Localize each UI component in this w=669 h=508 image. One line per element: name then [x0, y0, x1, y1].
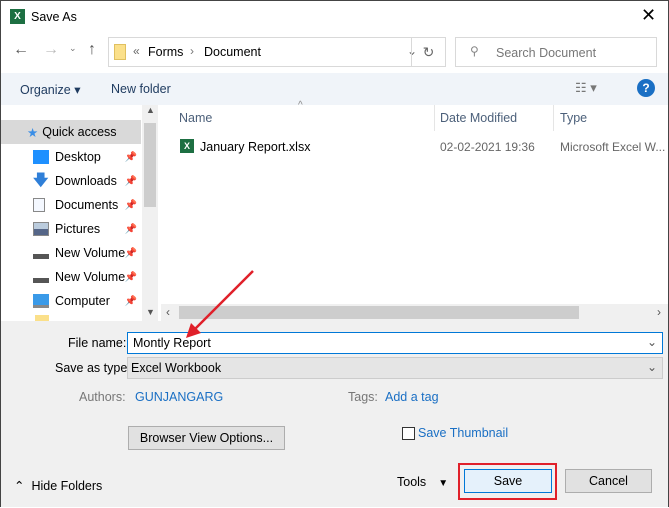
file-name: January Report.xlsx: [200, 140, 311, 154]
excel-file-icon: X: [180, 139, 194, 153]
column-header-date[interactable]: Date Modified: [440, 111, 517, 125]
sidebar-item-desktop[interactable]: Desktop 📌: [1, 145, 141, 169]
folder-icon: [114, 44, 126, 60]
chevron-down-icon[interactable]: ⌄: [647, 335, 657, 349]
sidebar-item-computer[interactable]: Computer 📌: [1, 289, 141, 313]
back-button[interactable]: ←: [13, 41, 29, 59]
search-box[interactable]: ⚲ Search Document: [455, 37, 657, 67]
command-bar: Organize ▾ New folder ☷ ▾ ?: [1, 73, 668, 105]
sidebar-item-label: Desktop: [55, 150, 101, 164]
title-bar: X Save As ✕: [1, 1, 668, 33]
save-type-label: Save as type:: [55, 361, 131, 375]
breadcrumb-separator-icon: ›: [190, 44, 194, 58]
horizontal-scrollbar[interactable]: ‹ ›: [161, 304, 668, 321]
sidebar-item-label: Pictures: [55, 222, 101, 236]
forward-button[interactable]: →: [43, 41, 59, 59]
sidebar-item-label: Documents: [55, 198, 119, 212]
pin-icon: 📌: [124, 223, 137, 235]
search-icon: ⚲: [470, 44, 479, 58]
sidebar-item-downloads[interactable]: 🡇 Downloads 📌: [1, 169, 141, 193]
column-header-type[interactable]: Type: [560, 111, 587, 125]
tools-label: Tools: [397, 475, 427, 489]
breadcrumb-forms[interactable]: Forms: [148, 45, 183, 59]
authors-value[interactable]: GUNJANGARG: [135, 390, 223, 404]
sidebar-item-documents[interactable]: Documents 📌: [1, 193, 141, 217]
sidebar-scrollbar[interactable]: ▲ ▼: [142, 105, 158, 321]
computer-icon: [33, 294, 49, 308]
chevron-up-icon: ⌃: [14, 479, 25, 493]
documents-icon: [33, 198, 45, 212]
file-row[interactable]: X January Report.xlsx 02-02-2021 19:36 M…: [161, 135, 668, 159]
save-options-panel: File name: Montly Report ⌄ Save as type:…: [1, 321, 668, 507]
file-name-input[interactable]: Montly Report ⌄: [127, 332, 663, 354]
sort-ascending-icon: ^: [298, 100, 303, 111]
desktop-icon: [33, 150, 49, 164]
file-list: ^ Name Date Modified Type X January Repo…: [161, 100, 668, 321]
pin-icon: 📌: [124, 247, 137, 259]
navigation-bar: ← → ⌄ ↑ « Forms › Document ⌄ ↻ ⚲ Search …: [1, 33, 668, 73]
scrollbar-thumb[interactable]: [144, 123, 156, 207]
excel-icon: X: [10, 9, 25, 24]
recent-locations-button[interactable]: ⌄: [69, 43, 77, 54]
file-name-value: Montly Report: [133, 336, 211, 350]
pictures-icon: [33, 222, 49, 236]
close-button[interactable]: ✕: [641, 5, 656, 26]
column-header-name[interactable]: Name: [179, 111, 212, 125]
highlight-box: [458, 463, 557, 500]
pin-icon: 📌: [124, 295, 137, 307]
save-thumbnail-checkbox[interactable]: [402, 427, 415, 440]
help-icon[interactable]: ?: [637, 79, 655, 97]
navigation-pane: ★ Quick access Desktop 📌 🡇 Downloads 📌 Docum…: [1, 105, 158, 321]
up-button[interactable]: ↑: [88, 41, 96, 59]
pin-icon: 📌: [124, 151, 137, 163]
sidebar-item-new-volume-1[interactable]: New Volume 📌: [1, 241, 141, 265]
file-name-label: File name:: [68, 336, 127, 350]
file-type: Microsoft Excel W...: [560, 140, 666, 154]
file-date: 02-02-2021 19:36: [440, 140, 535, 154]
hide-folders-button[interactable]: ⌃ Hide Folders: [14, 478, 102, 493]
cancel-button[interactable]: Cancel: [565, 469, 652, 493]
overflow-chevron[interactable]: «: [133, 44, 140, 58]
chevron-down-icon: ⌄: [646, 360, 657, 374]
organize-button[interactable]: Organize ▾: [20, 82, 80, 97]
hide-folders-label: Hide Folders: [31, 479, 103, 493]
sidebar-item-pictures[interactable]: Pictures 📌: [1, 217, 141, 241]
drive-icon: [33, 277, 49, 283]
new-folder-button[interactable]: New folder: [111, 82, 171, 96]
sidebar-item-label: Quick access: [42, 125, 117, 139]
sidebar-item-label: Computer: [55, 294, 110, 308]
search-input[interactable]: Search Document: [496, 46, 596, 60]
save-type-value: Excel Workbook: [131, 361, 222, 375]
sidebar-item-label: New Volume: [55, 246, 126, 260]
authors-label: Authors:: [79, 390, 126, 404]
download-icon: 🡇: [33, 172, 49, 189]
browser-view-options-button[interactable]: Browser View Options...: [128, 426, 285, 450]
sidebar-item-new-volume-2[interactable]: New Volume 📌: [1, 265, 141, 289]
pin-icon: 📌: [124, 271, 137, 283]
tags-input[interactable]: Add a tag: [385, 390, 439, 404]
tags-label: Tags:: [348, 390, 378, 404]
organize-label: Organize: [20, 83, 71, 97]
save-type-select[interactable]: Excel Workbook ⌄: [127, 357, 663, 379]
pin-icon: 📌: [124, 199, 137, 211]
sidebar-item-quick-access[interactable]: ★ Quick access: [1, 120, 141, 144]
pin-icon: 📌: [124, 175, 137, 187]
dialog-title: Save As: [31, 10, 77, 24]
sidebar-item-label: Downloads: [55, 174, 117, 188]
sidebar-item-label: New Volume: [55, 270, 126, 284]
refresh-button[interactable]: ↻: [411, 38, 445, 66]
star-icon: ★: [27, 125, 39, 140]
tools-button[interactable]: Tools ▼: [397, 475, 448, 489]
breadcrumb-document[interactable]: Document: [204, 45, 261, 59]
view-options-button[interactable]: ☷ ▾: [575, 80, 597, 96]
caret-down-icon: ▼: [438, 478, 449, 489]
save-as-dialog: X Save As ✕ ← → ⌄ ↑ « Forms › Document ⌄…: [0, 0, 669, 507]
address-bar[interactable]: « Forms › Document ⌄ ↻: [108, 37, 446, 67]
drive-icon: [33, 253, 49, 259]
save-thumbnail-label[interactable]: Save Thumbnail: [418, 426, 508, 440]
scrollbar-thumb[interactable]: [179, 306, 579, 319]
